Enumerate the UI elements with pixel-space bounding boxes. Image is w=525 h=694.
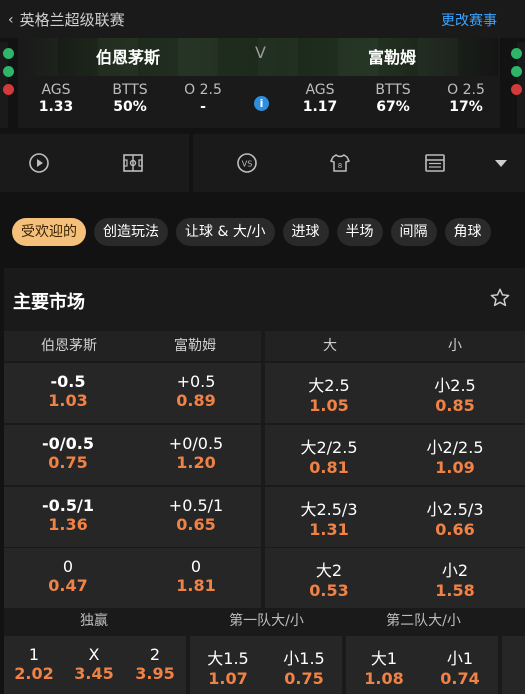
col-header-under: 小 bbox=[448, 338, 462, 354]
home-stat-ags: AGS 1.33 bbox=[38, 82, 74, 115]
play-icon[interactable] bbox=[28, 152, 50, 174]
col-header-over: 大 bbox=[323, 338, 337, 354]
pill-handicap-ou[interactable]: 让球 & 大/小 bbox=[176, 218, 275, 246]
odds-cell[interactable]: 大2 0.53 bbox=[265, 548, 393, 608]
odds-cell[interactable]: 0 1.81 bbox=[132, 548, 260, 608]
pill-popular[interactable]: 受欢迎的 bbox=[12, 218, 86, 246]
away-team-name: 富勒姆 bbox=[368, 48, 417, 67]
away-stat-over: O 2.5 17% bbox=[447, 82, 485, 115]
odds-cell[interactable]: +0.5 0.89 bbox=[132, 363, 260, 423]
tool-group-right: VS 8 bbox=[193, 134, 525, 192]
status-dot-red bbox=[511, 84, 522, 95]
odds-cell[interactable]: 0 0.47 bbox=[4, 548, 132, 608]
category-pills: 受欢迎的 创造玩法 让球 & 大/小 进球 半场 间隔 角球 bbox=[12, 218, 525, 248]
odds-row-bg bbox=[502, 636, 525, 694]
favorite-star-icon[interactable] bbox=[489, 287, 511, 309]
odds-cell[interactable]: 大2/2.5 0.81 bbox=[265, 425, 393, 485]
league-title: 英格兰超级联赛 bbox=[19, 11, 125, 29]
section-header-home-ou: 第一队大/小 bbox=[229, 613, 304, 629]
tool-row: VS 8 bbox=[0, 134, 525, 192]
svg-text:8: 8 bbox=[338, 162, 342, 170]
top-bar: ‹ 英格兰超级联赛 更改赛事 bbox=[0, 0, 525, 38]
odds-cell[interactable]: 小1.5 0.75 bbox=[266, 636, 342, 694]
away-stat-ags: AGS 1.17 bbox=[302, 82, 338, 115]
pill-goals[interactable]: 进球 bbox=[282, 218, 329, 246]
pill-interval[interactable]: 间隔 bbox=[390, 218, 437, 246]
jersey-icon[interactable]: 8 bbox=[329, 152, 351, 174]
versus-label: V bbox=[255, 43, 266, 62]
section-header-away-ou: 第二队大/小 bbox=[386, 613, 461, 629]
col-header-away: 富勒姆 bbox=[174, 338, 216, 354]
pill-half[interactable]: 半场 bbox=[336, 218, 383, 246]
pitch-icon[interactable] bbox=[122, 152, 144, 174]
odds-cell[interactable]: 大1.5 1.07 bbox=[190, 636, 266, 694]
change-match-link[interactable]: 更改赛事 bbox=[441, 10, 497, 30]
section-header-1x2: 独赢 bbox=[80, 613, 108, 629]
odds-cell[interactable]: 1 2.02 bbox=[4, 636, 64, 694]
odds-cell[interactable]: 小2.5/3 0.66 bbox=[391, 487, 519, 547]
odds-cell[interactable]: 小1 0.74 bbox=[422, 636, 498, 694]
status-dot-green bbox=[511, 48, 522, 59]
odds-cell[interactable]: 小2/2.5 1.09 bbox=[391, 425, 519, 485]
odds-cell[interactable]: X 3.45 bbox=[64, 636, 124, 694]
status-dot-green bbox=[3, 66, 14, 77]
odds-cell[interactable]: 小2.5 0.85 bbox=[391, 363, 519, 423]
col-header-home: 伯恩茅斯 bbox=[41, 338, 97, 354]
odds-cell[interactable]: -0/0.5 0.75 bbox=[4, 425, 132, 485]
odds-cell[interactable]: +0.5/1 0.65 bbox=[132, 487, 260, 547]
home-stat-over: O 2.5- bbox=[184, 82, 222, 115]
away-stat-btts: BTTS 67% bbox=[375, 82, 411, 115]
dropdown-icon[interactable] bbox=[490, 152, 512, 174]
card-title: 主要市场 bbox=[13, 292, 85, 313]
chevron-left-icon: ‹ bbox=[8, 11, 14, 28]
pill-create-bet[interactable]: 创造玩法 bbox=[94, 218, 168, 246]
odds-cell[interactable]: 大2.5 1.05 bbox=[265, 363, 393, 423]
match-stats: AGS 1.33 BTTS 50% O 2.5- i AGS 1.17 BTTS 67%… bbox=[18, 82, 500, 122]
home-team-name: 伯恩茅斯 bbox=[96, 48, 161, 67]
odds-cell[interactable]: -0.5 1.03 bbox=[4, 363, 132, 423]
odds-cell[interactable]: 大1 1.08 bbox=[346, 636, 422, 694]
odds-cell[interactable]: 2 3.95 bbox=[124, 636, 186, 694]
scoreboard-icon[interactable] bbox=[424, 152, 446, 174]
odds-cell[interactable]: -0.5/1 1.36 bbox=[4, 487, 132, 547]
status-dot-green bbox=[3, 48, 14, 59]
vs-icon[interactable]: VS bbox=[236, 152, 258, 174]
svg-text:VS: VS bbox=[242, 160, 253, 169]
tool-group-left bbox=[0, 134, 189, 192]
match-header: 伯恩茅斯 V 富勒姆 AGS 1.33 BTTS 50% O 2.5- i AGS 1… bbox=[18, 38, 500, 128]
odds-cell[interactable]: 小2 1.58 bbox=[391, 548, 519, 608]
home-stat-btts: BTTS 50% bbox=[112, 82, 148, 115]
odds-cell[interactable]: 大2.5/3 1.31 bbox=[265, 487, 393, 547]
info-icon[interactable]: i bbox=[254, 96, 269, 111]
back-button[interactable]: ‹ 英格兰超级联赛 bbox=[8, 9, 125, 30]
status-dot-green bbox=[511, 66, 522, 77]
pill-corners[interactable]: 角球 bbox=[444, 218, 491, 246]
odds-cell[interactable]: +0/0.5 1.20 bbox=[132, 425, 260, 485]
status-dot-red bbox=[3, 84, 14, 95]
